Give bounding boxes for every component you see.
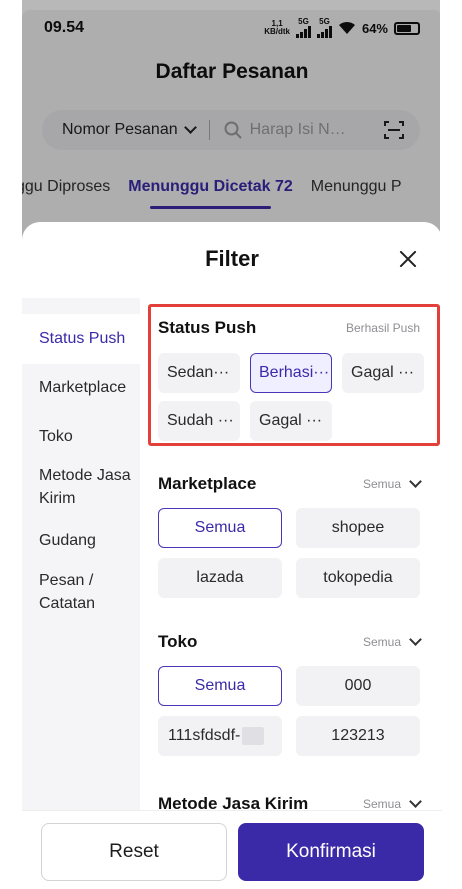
section-hint: Semua — [362, 477, 401, 491]
option-label: 111sfdsdf- — [168, 727, 241, 744]
chevron-down-icon — [409, 475, 422, 488]
option-chip-selected[interactable]: Berhasi··· — [250, 353, 332, 393]
section-hint: Semua — [362, 635, 401, 649]
option-chip[interactable]: shopee — [296, 508, 420, 548]
confirm-button[interactable]: Konfirmasi — [238, 823, 424, 881]
chevron-down-icon — [409, 795, 422, 808]
section-toggle[interactable]: Semua — [362, 795, 422, 810]
sidebar-item-metode-jasa-kirim[interactable]: Metode Jasa Kirim — [39, 464, 139, 510]
sidebar-item-status-push[interactable]: Status Push — [22, 314, 140, 364]
option-chip[interactable]: Sudah ··· — [158, 401, 240, 441]
sidebar-item-gudang[interactable]: Gudang — [39, 529, 139, 552]
sidebar-item-toko[interactable]: Toko — [39, 425, 139, 448]
screen-margin — [0, 0, 22, 889]
section-title: Metode Jasa Kirim — [158, 794, 309, 810]
section-hint: Semua — [362, 797, 401, 810]
option-chip[interactable]: Sedan··· — [158, 353, 240, 393]
section-metode-jasa-kirim: Metode Jasa Kirim Semua — [140, 792, 442, 810]
option-chip[interactable]: 111sfdsdf- — [158, 716, 282, 756]
section-toko: Toko Semua Semua 000 111sfdsdf- 123213 — [140, 630, 442, 760]
phone-screen: 09.54 1,1 KB/dtk 5G 5G 64% Daftar Pesana… — [0, 0, 462, 889]
filter-title: Filter — [205, 246, 259, 271]
filter-footer: Reset Konfirmasi — [22, 810, 442, 889]
section-marketplace: Marketplace Semua Semua shopee lazada to… — [140, 472, 442, 602]
section-status-push: Status Push Berhasil Push Sedan··· Berha… — [140, 316, 442, 441]
chevron-down-icon — [409, 633, 422, 646]
option-chip[interactable]: 123213 — [296, 716, 420, 756]
option-chip[interactable]: lazada — [158, 558, 282, 598]
section-toggle[interactable]: Semua — [362, 475, 422, 491]
option-chip-selected[interactable]: Semua — [158, 666, 282, 706]
option-chip[interactable]: Gagal ··· — [250, 401, 332, 441]
section-hint: Berhasil Push — [345, 321, 420, 335]
section-title: Status Push — [158, 318, 257, 337]
filter-sidebar: Status Push Marketplace Toko Metode Jasa… — [22, 298, 140, 810]
sidebar-item-marketplace[interactable]: Marketplace — [39, 376, 139, 399]
option-chip-selected[interactable]: Semua — [158, 508, 282, 548]
filter-sheet: Filter Status Push Marketplace Toko Meto… — [22, 222, 442, 889]
filter-content: Status Push Berhasil Push Sedan··· Berha… — [140, 298, 442, 810]
sidebar-item-pesan-catatan[interactable]: Pesan / Catatan — [39, 569, 139, 615]
option-chip[interactable]: 000 — [296, 666, 420, 706]
section-title: Marketplace — [158, 474, 257, 493]
screen-margin — [440, 0, 462, 889]
close-icon[interactable] — [398, 249, 418, 269]
redacted-text — [242, 727, 265, 745]
section-toggle[interactable]: Semua — [362, 633, 422, 649]
option-chip[interactable]: Gagal ··· — [342, 353, 424, 393]
reset-button[interactable]: Reset — [41, 823, 227, 881]
option-chip[interactable]: tokopedia — [296, 558, 420, 598]
section-title: Toko — [158, 632, 198, 651]
